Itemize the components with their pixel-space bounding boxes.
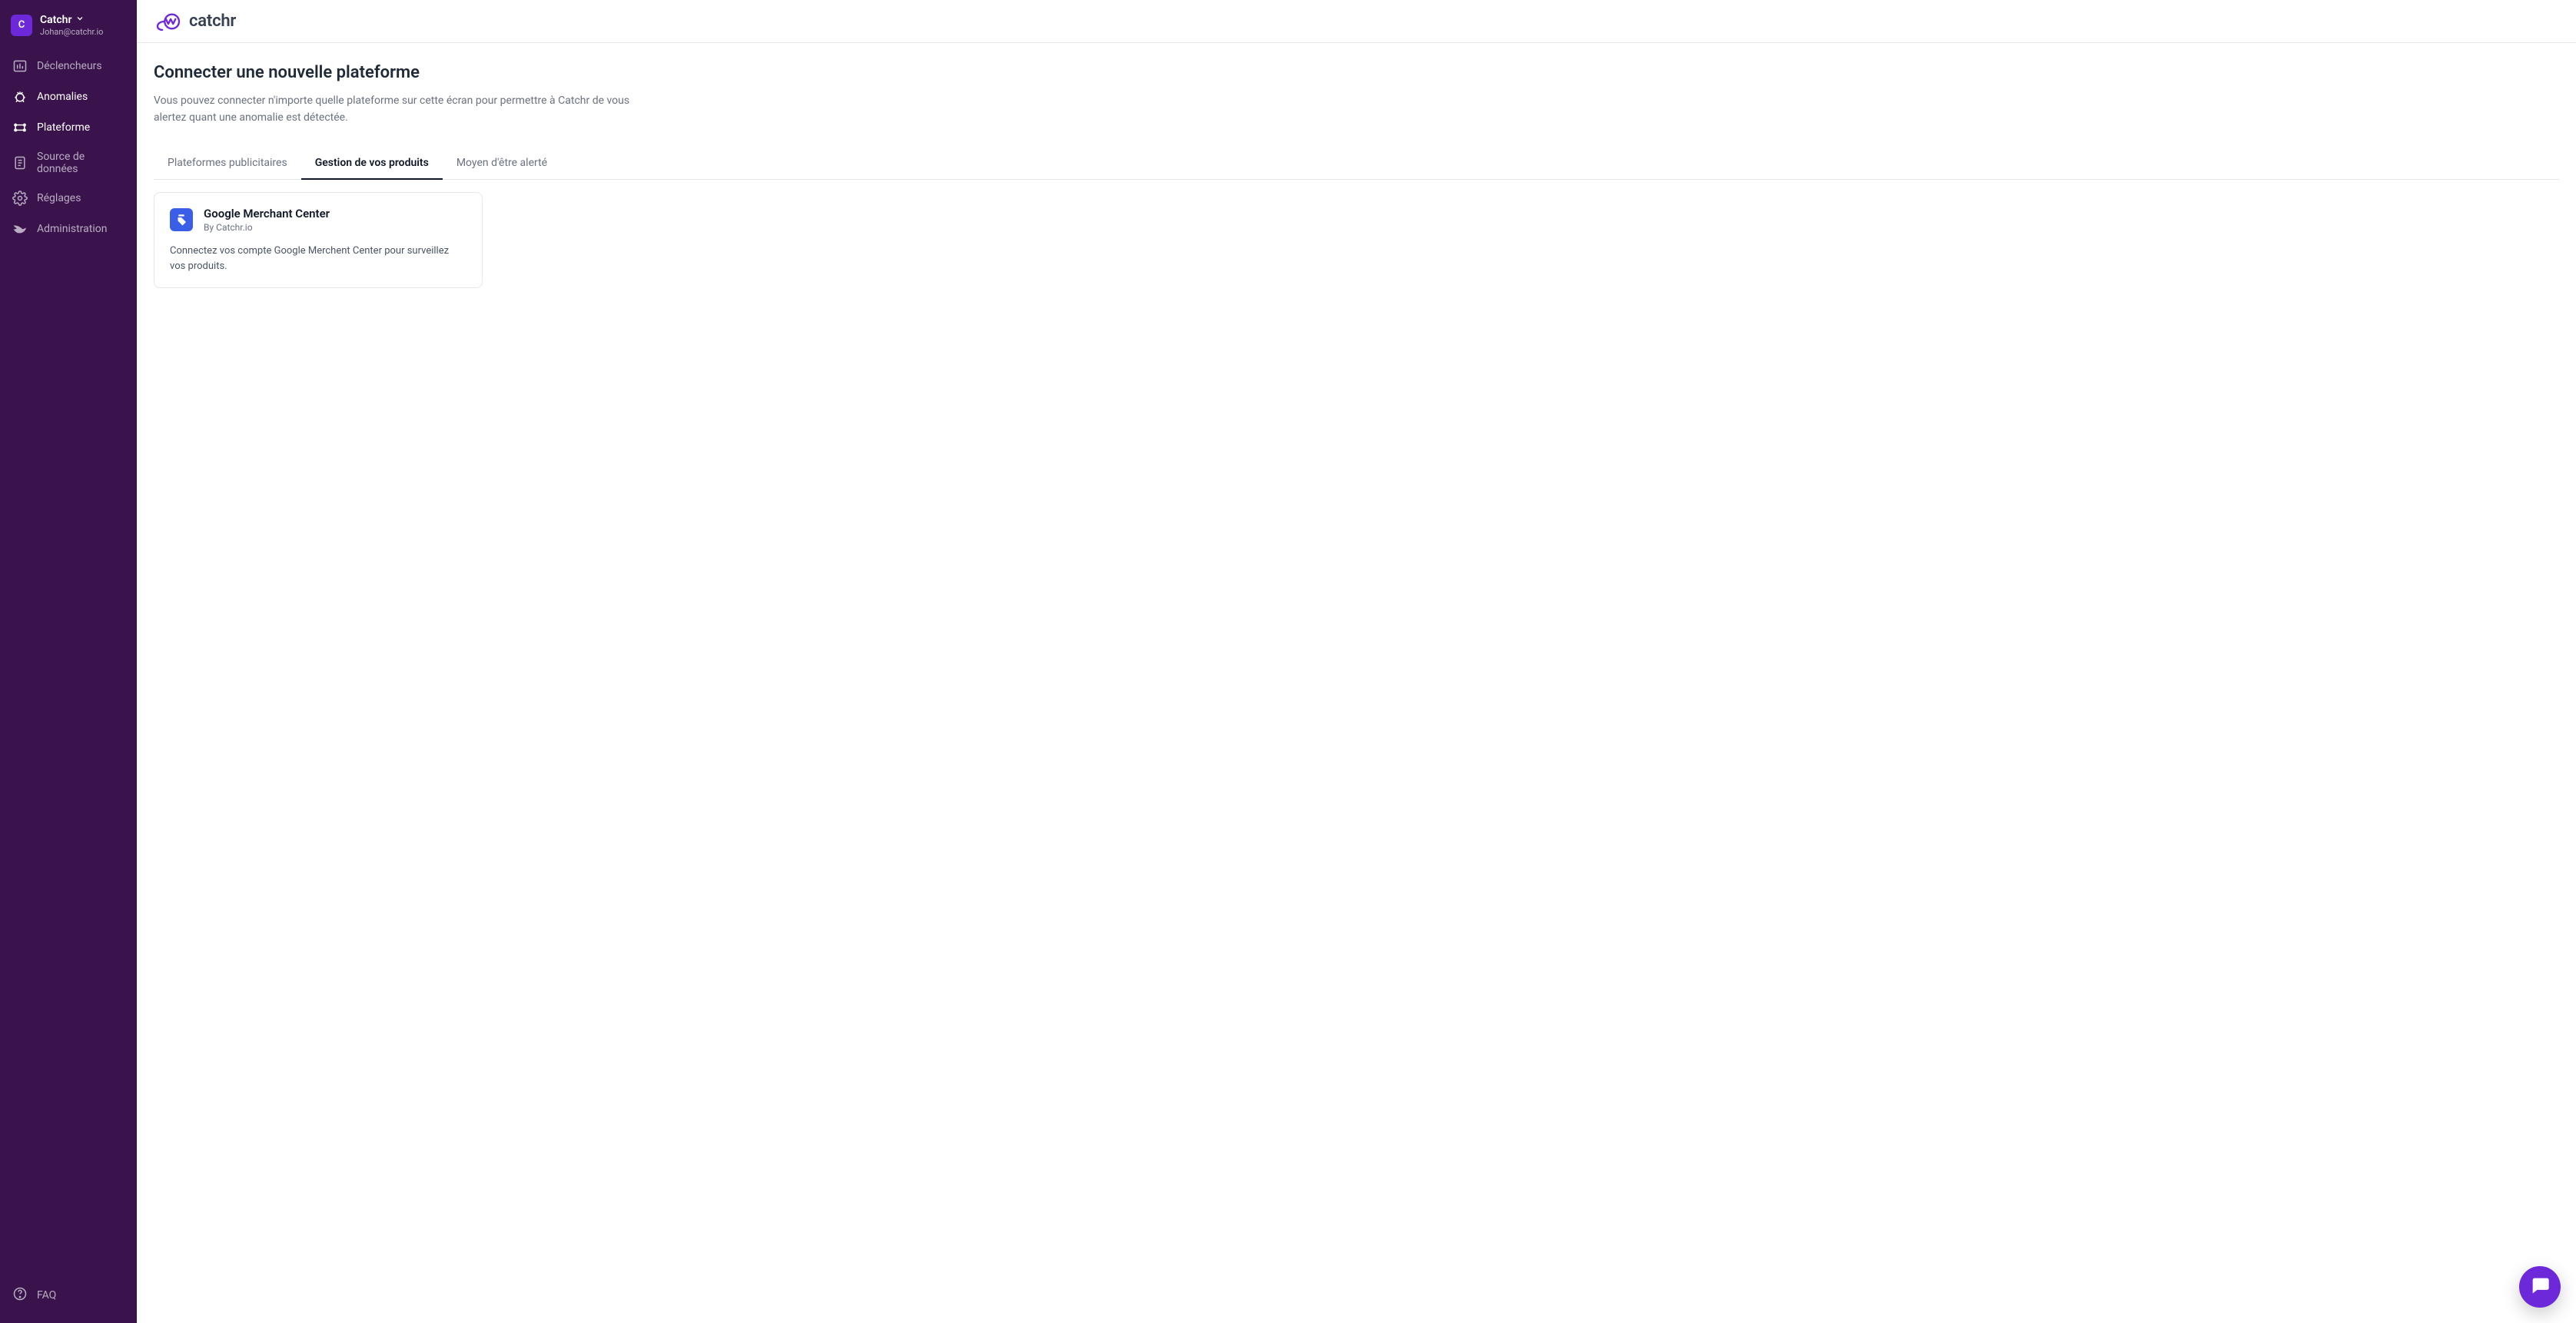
card-desc: Connectez vos compte Google Merchent Cen… — [170, 244, 466, 274]
tab-gestion-produits[interactable]: Gestion de vos produits — [301, 148, 443, 180]
sidebar-item-label: Plateforme — [37, 121, 90, 134]
document-icon — [12, 155, 28, 171]
sidebar-item-declencheurs[interactable]: Déclencheurs — [0, 51, 137, 81]
topbar: catchr — [137, 0, 2576, 43]
sidebar-item-label: Source de données — [37, 151, 124, 175]
help-icon — [12, 1286, 28, 1305]
sidebar-item-administration[interactable]: Administration — [0, 214, 137, 244]
page-subtitle: Vous pouvez connecter n'importe quelle p… — [154, 93, 646, 126]
tabs: Plateformes publicitaires Gestion de vos… — [154, 148, 2559, 180]
main: catchr Connecter une nouvelle plateforme… — [137, 0, 2576, 1323]
platform-card-google-merchant-center[interactable]: Google Merchant Center By Catchr.io Conn… — [154, 192, 483, 288]
brand-name: catchr — [189, 12, 236, 31]
sidebar-item-reglages[interactable]: Réglages — [0, 183, 137, 214]
chart-icon — [12, 58, 28, 74]
bug-icon — [12, 89, 28, 104]
sidebar-item-label: Réglages — [37, 192, 81, 204]
gear-icon — [12, 191, 28, 206]
chevron-down-icon — [75, 14, 85, 27]
sidebar-item-plateforme[interactable]: Plateforme — [0, 112, 137, 143]
sidebar-item-source-de-donnees[interactable]: Source de données — [0, 143, 137, 183]
org-avatar: C — [11, 15, 32, 36]
tab-moyen-alerte[interactable]: Moyen d'être alerté — [443, 148, 561, 180]
sidebar: C Catchr Johan@catchr.io Déclencheurs An… — [0, 0, 137, 1323]
chat-launcher[interactable] — [2519, 1266, 2561, 1308]
catchr-logo-icon — [154, 11, 183, 32]
card-by: By Catchr.io — [204, 222, 330, 233]
sidebar-item-faq[interactable]: FAQ — [0, 1277, 137, 1314]
sidebar-item-label: Déclencheurs — [37, 60, 102, 72]
sidebar-nav: Déclencheurs Anomalies Plateforme Source… — [0, 51, 137, 244]
tab-plateformes-publicitaires[interactable]: Plateformes publicitaires — [154, 148, 301, 180]
platform-icon — [12, 120, 28, 135]
content: Connecter une nouvelle plateforme Vous p… — [137, 43, 2576, 1323]
sidebar-item-anomalies[interactable]: Anomalies — [0, 81, 137, 112]
tag-icon — [170, 208, 193, 231]
sidebar-footer-label: FAQ — [37, 1289, 56, 1301]
sidebar-item-label: Anomalies — [37, 91, 88, 103]
card-title: Google Merchant Center — [204, 207, 330, 220]
brand-logo[interactable]: catchr — [154, 11, 236, 32]
org-name-row: Catchr — [40, 14, 103, 27]
org-switcher[interactable]: C Catchr Johan@catchr.io — [0, 9, 137, 48]
org-name: Catchr — [40, 14, 72, 27]
org-email: Johan@catchr.io — [40, 27, 103, 37]
chat-icon — [2529, 1275, 2551, 1299]
wing-icon — [12, 221, 28, 237]
sidebar-item-label: Administration — [37, 223, 107, 235]
cards-grid: Google Merchant Center By Catchr.io Conn… — [154, 192, 2559, 288]
page-title: Connecter une nouvelle plateforme — [154, 63, 2559, 82]
